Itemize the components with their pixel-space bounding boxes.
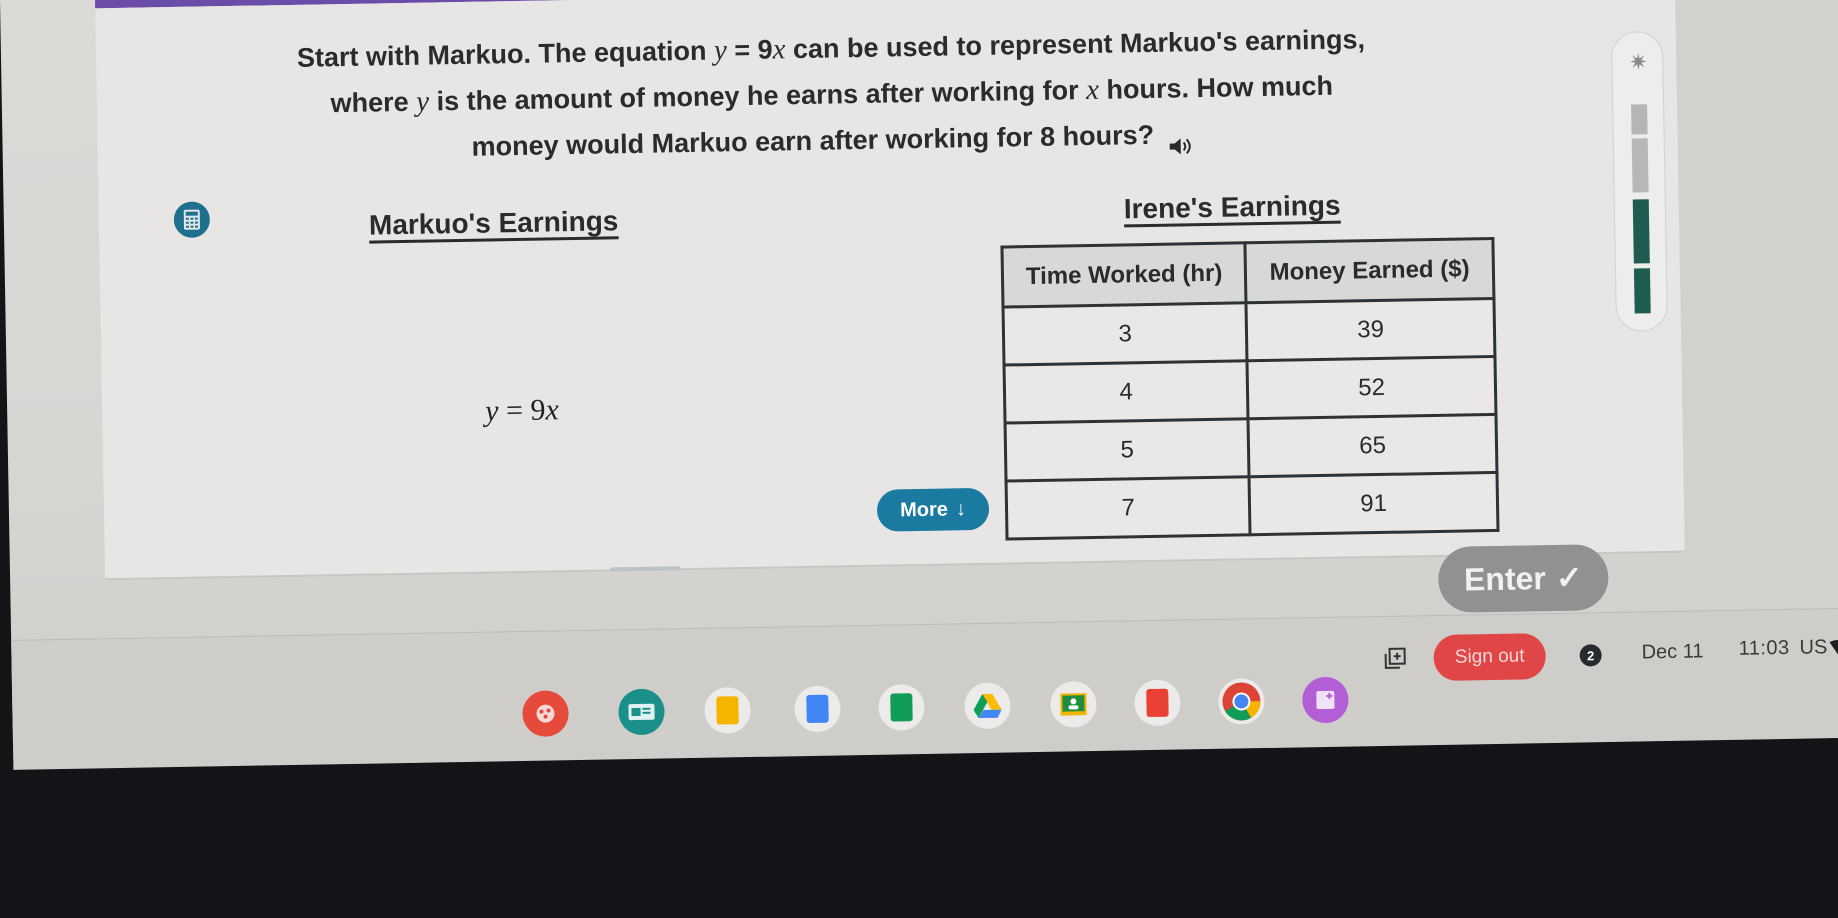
cell-time: 5 bbox=[1005, 418, 1250, 482]
google-slides-icon[interactable] bbox=[704, 687, 751, 734]
question-text-part: where bbox=[330, 86, 417, 119]
cell-time: 4 bbox=[1004, 360, 1249, 424]
progress-meter: ✷ bbox=[1610, 30, 1669, 332]
markuo-equation: y = 9x bbox=[485, 393, 559, 428]
question-text-part: can be used to represent Markuo's earnin… bbox=[785, 24, 1366, 65]
progress-segment-complete bbox=[1632, 199, 1650, 264]
mind-map-app-icon[interactable] bbox=[522, 690, 569, 737]
cell-money: 65 bbox=[1248, 414, 1497, 477]
tray-date[interactable]: Dec 11 bbox=[1641, 640, 1703, 664]
right-gutter bbox=[1674, 0, 1838, 621]
more-button[interactable]: More ↓ bbox=[876, 487, 990, 532]
chromebook-display: Start with Markuo. The equation y = 9x c… bbox=[0, 0, 1838, 770]
calculator-icon bbox=[183, 209, 201, 230]
progress-segment-incomplete bbox=[1631, 138, 1649, 193]
question-text: Start with Markuo. The equation y = 9x c… bbox=[181, 14, 1483, 175]
answer-input-indicator bbox=[609, 566, 681, 572]
cell-money: 91 bbox=[1249, 472, 1498, 535]
speaker-icon[interactable] bbox=[1167, 125, 1193, 155]
enter-button[interactable]: Enter ✓ bbox=[1437, 544, 1609, 613]
irene-earnings-title: Irene's Earnings bbox=[1123, 189, 1341, 225]
arrow-down-icon: ↓ bbox=[955, 497, 967, 520]
google-drive-icon[interactable] bbox=[964, 682, 1011, 730]
checkmark-icon: ✓ bbox=[1555, 559, 1583, 596]
star-burst-icon: ✷ bbox=[1628, 49, 1648, 75]
question-text-part: is the amount of money he earns after wo… bbox=[428, 75, 1087, 117]
question-text-part: hours. How much bbox=[1098, 70, 1334, 105]
variable-x: x bbox=[772, 33, 786, 66]
more-label: More bbox=[899, 498, 949, 521]
sign-out-button[interactable]: Sign out bbox=[1433, 633, 1547, 682]
tray-time[interactable]: 11:03 bbox=[1738, 637, 1789, 661]
equation-part: = 9 bbox=[498, 393, 546, 428]
column-header-time: Time Worked (hr) bbox=[1001, 242, 1247, 308]
chrome-icon[interactable] bbox=[1218, 678, 1265, 725]
input-method-indicator[interactable]: US bbox=[1799, 636, 1827, 659]
wifi-icon[interactable] bbox=[1829, 640, 1838, 655]
variable-y: y bbox=[484, 394, 499, 428]
irene-earnings-table: Time Worked (hr) Money Earned ($) 3 39 4… bbox=[1000, 236, 1500, 541]
google-classroom-icon[interactable] bbox=[1050, 680, 1097, 728]
markuo-earnings-title: Markuo's Earnings bbox=[368, 205, 619, 241]
question-text-part: = 9 bbox=[726, 34, 773, 66]
progress-segment-complete bbox=[1633, 268, 1651, 314]
question-text-part: money would Markuo earn after working fo… bbox=[471, 119, 1155, 162]
table-header-row: Time Worked (hr) Money Earned ($) bbox=[1001, 238, 1494, 308]
cell-time: 7 bbox=[1006, 476, 1251, 540]
screen-capture-icon[interactable] bbox=[1381, 646, 1407, 672]
variable-y: y bbox=[713, 34, 728, 67]
cell-time: 3 bbox=[1003, 302, 1248, 366]
cell-money: 52 bbox=[1247, 356, 1496, 419]
table-row: 5 65 bbox=[1005, 414, 1497, 482]
variable-y: y bbox=[415, 85, 430, 118]
column-header-money: Money Earned ($) bbox=[1245, 238, 1494, 303]
table-row: 3 39 bbox=[1003, 298, 1495, 366]
enter-label: Enter bbox=[1463, 559, 1547, 598]
chromeos-shelf bbox=[11, 606, 1838, 730]
variable-x: x bbox=[1085, 73, 1100, 107]
progress-segment-incomplete bbox=[1631, 104, 1648, 135]
google-forms-icon[interactable] bbox=[1134, 679, 1181, 727]
variable-x: x bbox=[545, 393, 560, 427]
google-sheets-icon[interactable] bbox=[878, 683, 925, 731]
cell-money: 39 bbox=[1246, 298, 1495, 361]
question-text-part: Start with Markuo. The equation bbox=[296, 35, 715, 73]
google-docs-icon[interactable] bbox=[794, 685, 841, 733]
screen: Start with Markuo. The equation y = 9x c… bbox=[0, 0, 1838, 918]
screencast-app-icon[interactable] bbox=[618, 688, 665, 736]
canvas-app-icon[interactable] bbox=[1302, 676, 1349, 724]
table-row: 4 52 bbox=[1004, 356, 1496, 424]
table-row: 7 91 bbox=[1006, 472, 1498, 540]
